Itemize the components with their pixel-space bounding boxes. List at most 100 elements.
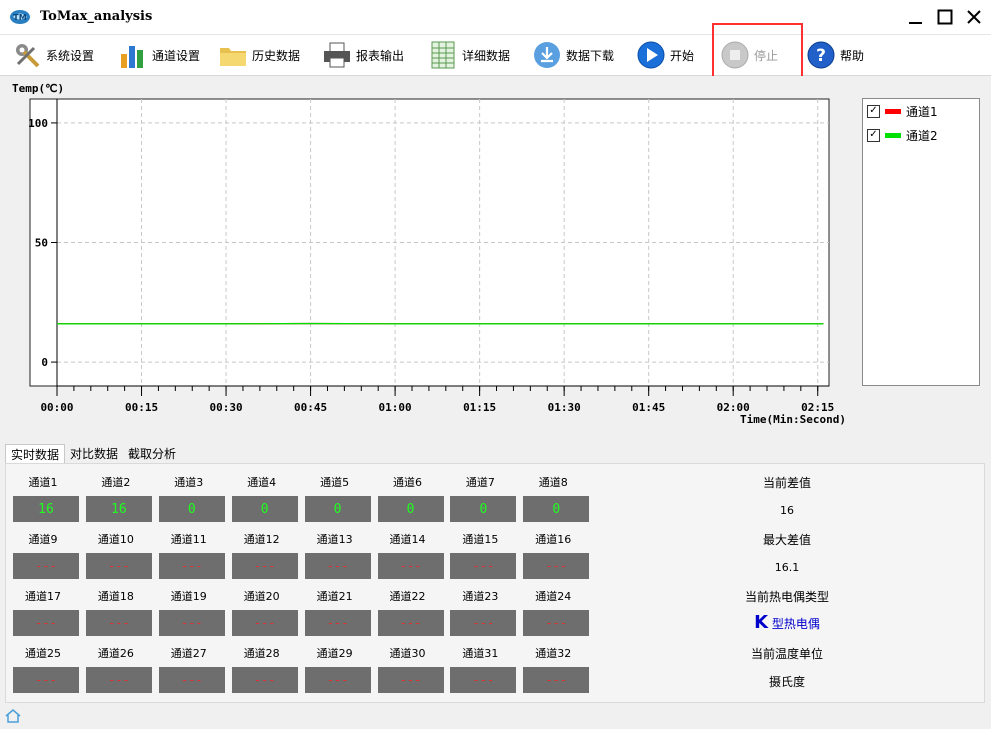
channel-label: 通道16	[535, 533, 572, 546]
legend-swatch	[885, 132, 901, 138]
system-settings-button[interactable]: 系统设置	[12, 38, 94, 72]
channel-label: 通道7	[465, 476, 495, 489]
channel-value: ---	[85, 667, 152, 693]
temperature-unit-value: 摄氏度	[768, 675, 805, 689]
start-button[interactable]: 开始	[636, 38, 694, 72]
channel-label: 通道29	[316, 647, 353, 660]
channel-label: 通道1	[28, 476, 58, 489]
channel-value: ---	[304, 553, 371, 579]
report-output-label: 报表输出	[356, 48, 405, 63]
x-tick-label: 01:00	[379, 401, 412, 414]
channel-label: 通道4	[247, 476, 277, 489]
tab-compare-data[interactable]: 对比数据	[65, 444, 123, 464]
report-output-button[interactable]: 报表输出	[322, 38, 404, 72]
channel-label: 通道24	[535, 590, 572, 603]
channel-value: ---	[231, 667, 298, 693]
close-button[interactable]	[959, 5, 989, 29]
legend-item-channel-2[interactable]: ✓ 通道2	[867, 127, 938, 143]
channel-value: ---	[377, 553, 444, 579]
channel-value: 16	[85, 496, 152, 522]
x-tick-label: 00:00	[40, 401, 73, 414]
svg-text:?: ?	[816, 46, 826, 66]
window-title: ToMax_analysis	[40, 9, 153, 24]
data-tabs: 实时数据 对比数据 截取分析	[5, 444, 181, 465]
channel-value: ---	[523, 610, 590, 636]
channel-value: ---	[450, 610, 517, 636]
channel-value: ---	[377, 610, 444, 636]
data-download-button[interactable]: 数据下载	[532, 38, 614, 72]
max-diff-label: 最大差值	[762, 533, 811, 547]
channel-label: 通道28	[243, 647, 280, 660]
data-download-label: 数据下载	[566, 48, 615, 63]
channel-value: 0	[158, 496, 225, 522]
printer-icon	[322, 40, 352, 70]
download-icon	[532, 40, 562, 70]
temperature-unit-label: 当前温度单位	[750, 647, 823, 661]
channel-label: 通道13	[316, 533, 353, 546]
current-diff-label: 当前差值	[762, 476, 811, 490]
channel-value: 0	[304, 496, 371, 522]
home-icon[interactable]	[4, 708, 22, 724]
channel-label: 通道25	[25, 647, 61, 660]
channel-label: 通道27	[170, 647, 207, 660]
channel-value: 0	[450, 496, 517, 522]
channel-settings-label: 通道设置	[152, 48, 201, 63]
maximize-icon	[937, 9, 953, 25]
y-tick-label: 0	[41, 356, 48, 369]
channel-value: ---	[158, 667, 225, 693]
channel-label: 通道5	[320, 476, 350, 489]
checkbox-checked-icon[interactable]: ✓	[867, 104, 880, 118]
channel-label: 通道10	[97, 533, 134, 546]
channel-label: 通道30	[389, 647, 426, 660]
legend-label: 通道2	[906, 128, 938, 143]
x-tick-label: 00:30	[209, 401, 242, 414]
channel-value: ---	[13, 667, 79, 693]
title-bar: TM ToMax_analysis	[0, 0, 991, 35]
channel-label: 通道19	[170, 590, 207, 603]
close-icon	[967, 10, 981, 24]
settings-tools-icon	[12, 40, 42, 70]
minimize-button[interactable]	[900, 5, 930, 29]
channel-settings-button[interactable]: 通道设置	[118, 38, 200, 72]
channel-label: 通道20	[243, 590, 280, 603]
thermocouple-type-label: 当前热电偶类型	[744, 590, 829, 604]
channel-label: 通道11	[170, 533, 207, 546]
legend-item-channel-1[interactable]: ✓ 通道1	[867, 103, 938, 119]
x-axis-label: Time(Min:Second)	[740, 413, 846, 426]
x-tick-label: 01:15	[463, 401, 496, 414]
help-button[interactable]: ? 帮助	[806, 38, 864, 72]
channel-label: 通道15	[462, 533, 499, 546]
status-bar	[0, 704, 991, 729]
tab-realtime-data[interactable]: 实时数据	[5, 444, 66, 465]
channel-label: 通道23	[462, 590, 499, 603]
x-tick-label: 00:45	[294, 401, 327, 414]
channel-label: 通道12	[243, 533, 280, 546]
channel-value: ---	[231, 610, 298, 636]
channel-label: 通道32	[535, 647, 572, 660]
play-icon	[636, 40, 666, 70]
thermocouple-type-name: 型热电偶	[771, 617, 820, 631]
legend-swatch	[885, 108, 901, 114]
channel-value: ---	[158, 610, 225, 636]
channel-label: 通道2	[101, 476, 131, 489]
channel-label: 通道8	[538, 476, 568, 489]
y-tick-label: 50	[35, 237, 48, 250]
channel-value: 16	[13, 496, 79, 522]
max-diff-value: 16.1	[774, 561, 800, 574]
checkbox-checked-icon[interactable]: ✓	[867, 128, 880, 142]
y-tick-label: 100	[28, 117, 48, 130]
channel-value: ---	[158, 553, 225, 579]
maximize-button[interactable]	[930, 5, 960, 29]
channel-label: 通道26	[97, 647, 134, 660]
help-icon: ?	[806, 40, 836, 70]
history-data-label: 历史数据	[252, 48, 301, 63]
detail-data-button[interactable]: 详细数据	[428, 38, 510, 72]
history-data-button[interactable]: 历史数据	[218, 38, 300, 72]
minimize-icon	[909, 22, 922, 24]
x-tick-label: 01:45	[632, 401, 665, 414]
thermocouple-type-value: K 型热电偶	[707, 612, 867, 633]
tab-capture-analysis[interactable]: 截取分析	[123, 444, 181, 464]
system-settings-label: 系统设置	[46, 48, 95, 63]
channel-value: 0	[377, 496, 444, 522]
toolbar: 系统设置 通道设置 历史数据 报表输出 详细数据 数据下载 开始 停止 ? 帮助	[0, 35, 991, 76]
